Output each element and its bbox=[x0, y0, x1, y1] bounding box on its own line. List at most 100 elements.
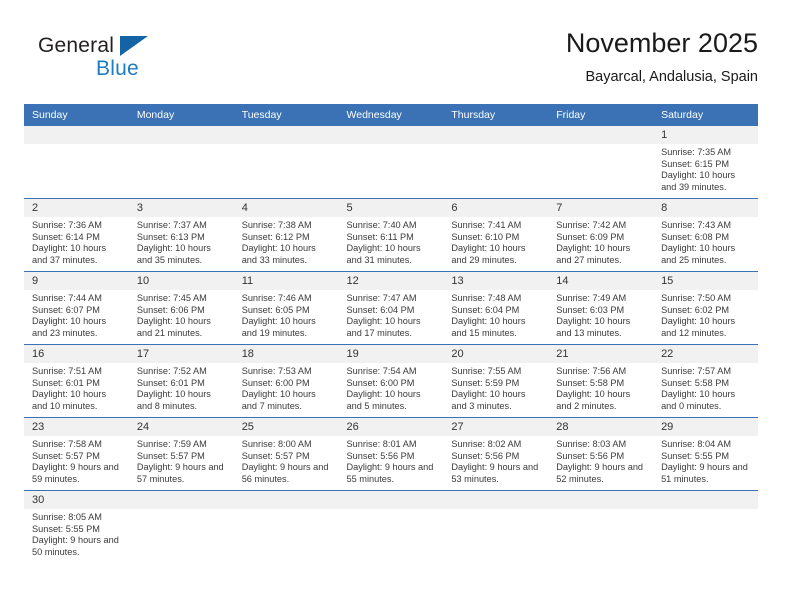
daylight-text: Daylight: 10 hours and 21 minutes. bbox=[136, 316, 211, 338]
sunset-text: Sunset: 6:05 PM bbox=[241, 304, 310, 315]
day-number: 1 bbox=[653, 126, 758, 144]
sunrise-text: Sunrise: 7:55 AM bbox=[451, 366, 522, 376]
calendar-day-cell[interactable]: 24 Sunrise: 7:59 AM Sunset: 5:57 PM Dayligh… bbox=[128, 417, 234, 491]
calendar-day-cell[interactable]: 17 Sunrise: 7:52 AM Sunset: 6:01 PM Dayligh… bbox=[128, 344, 234, 418]
calendar-day-cell[interactable]: 13 Sunrise: 7:48 AM Sunset: 6:04 PM Dayligh… bbox=[443, 271, 549, 345]
day-number bbox=[548, 126, 654, 144]
calendar-day-cell[interactable]: 14 Sunrise: 7:49 AM Sunset: 6:03 PM Dayligh… bbox=[548, 271, 654, 345]
calendar-day-cell[interactable]: 7 Sunrise: 7:42 AM Sunset: 6:09 PM Daylight… bbox=[548, 198, 654, 272]
calendar-day-cell[interactable]: 9 Sunrise: 7:44 AM Sunset: 6:07 PM Daylight… bbox=[24, 271, 129, 345]
calendar-day-cell-empty bbox=[338, 126, 444, 199]
day-details: Sunrise: 7:40 AM Sunset: 6:11 PM Daylight:… bbox=[339, 217, 444, 266]
calendar-day-cell[interactable]: 3 Sunrise: 7:37 AM Sunset: 6:13 PM Daylight… bbox=[128, 198, 234, 272]
calendar-day-cell[interactable]: 5 Sunrise: 7:40 AM Sunset: 6:11 PM Daylight… bbox=[338, 198, 444, 272]
page-header: General Blue November 2025 Bayarcal, And… bbox=[24, 26, 758, 98]
day-details: Sunrise: 7:36 AM Sunset: 6:14 PM Daylight:… bbox=[24, 217, 129, 266]
day-details: Sunrise: 7:58 AM Sunset: 5:57 PM Daylight:… bbox=[24, 436, 129, 485]
daylight-text: Daylight: 10 hours and 37 minutes. bbox=[32, 243, 107, 265]
calendar-day-cell[interactable]: 10 Sunrise: 7:45 AM Sunset: 6:06 PM Dayligh… bbox=[128, 271, 234, 345]
sunset-text: Sunset: 5:56 PM bbox=[451, 450, 520, 461]
day-details: Sunrise: 7:41 AM Sunset: 6:10 PM Daylight:… bbox=[443, 217, 548, 266]
sunrise-text: Sunrise: 7:42 AM bbox=[556, 220, 627, 230]
day-number: 23 bbox=[24, 418, 129, 436]
calendar-day-cell[interactable]: 16 Sunrise: 7:51 AM Sunset: 6:01 PM Dayligh… bbox=[24, 344, 129, 418]
calendar-day-cell[interactable]: 20 Sunrise: 7:55 AM Sunset: 5:59 PM Dayligh… bbox=[443, 344, 549, 418]
calendar-day-cell[interactable]: 19 Sunrise: 7:54 AM Sunset: 6:00 PM Dayligh… bbox=[338, 344, 444, 418]
day-details: Sunrise: 7:35 AM Sunset: 6:15 PM Daylight:… bbox=[653, 144, 758, 193]
daylight-text: Daylight: 9 hours and 55 minutes. bbox=[346, 462, 434, 484]
daylight-text: Daylight: 10 hours and 12 minutes. bbox=[661, 316, 736, 338]
daylight-text: Daylight: 10 hours and 39 minutes. bbox=[661, 170, 736, 192]
sunset-text: Sunset: 5:57 PM bbox=[136, 450, 205, 461]
day-number: 2 bbox=[24, 199, 129, 217]
day-number bbox=[548, 491, 654, 509]
day-number bbox=[128, 491, 234, 509]
sunrise-sunset-calendar: Sunday Monday Tuesday Wednesday Thursday… bbox=[24, 104, 758, 563]
calendar-day-cell[interactable]: 18 Sunrise: 7:53 AM Sunset: 6:00 PM Dayligh… bbox=[233, 344, 339, 418]
calendar-day-cell[interactable]: 11 Sunrise: 7:46 AM Sunset: 6:05 PM Dayligh… bbox=[233, 271, 339, 345]
calendar-day-cell[interactable]: 30 Sunrise: 8:05 AM Sunset: 5:55 PM Dayligh… bbox=[24, 490, 129, 563]
day-details: Sunrise: 7:50 AM Sunset: 6:02 PM Daylight:… bbox=[653, 290, 758, 339]
daylight-text: Daylight: 9 hours and 51 minutes. bbox=[661, 462, 748, 484]
daylight-text: Daylight: 10 hours and 17 minutes. bbox=[346, 316, 421, 338]
calendar-day-cell-empty bbox=[443, 490, 549, 563]
sunrise-text: Sunrise: 7:57 AM bbox=[661, 366, 732, 376]
sunrise-text: Sunrise: 7:49 AM bbox=[556, 293, 627, 303]
sunset-text: Sunset: 6:11 PM bbox=[346, 231, 414, 242]
day-details: Sunrise: 7:59 AM Sunset: 5:57 PM Daylight:… bbox=[129, 436, 234, 485]
day-number: 17 bbox=[128, 345, 234, 363]
calendar-day-cell[interactable]: 1 Sunrise: 7:35 AM Sunset: 6:15 PM Daylight… bbox=[653, 126, 758, 199]
daylight-text: Daylight: 10 hours and 31 minutes. bbox=[346, 243, 421, 265]
sunset-text: Sunset: 5:58 PM bbox=[661, 377, 729, 388]
sunrise-text: Sunrise: 7:54 AM bbox=[346, 366, 417, 376]
daylight-text: Daylight: 10 hours and 25 minutes. bbox=[661, 243, 736, 265]
sunrise-text: Sunrise: 7:47 AM bbox=[346, 293, 417, 303]
day-number: 8 bbox=[653, 199, 758, 217]
calendar-day-cell[interactable]: 22 Sunrise: 7:57 AM Sunset: 5:58 PM Dayligh… bbox=[653, 344, 758, 418]
sunset-text: Sunset: 5:56 PM bbox=[556, 450, 625, 461]
sunrise-text: Sunrise: 8:02 AM bbox=[451, 439, 522, 449]
calendar-day-cell[interactable]: 25 Sunrise: 8:00 AM Sunset: 5:57 PM Dayligh… bbox=[233, 417, 339, 491]
sunset-text: Sunset: 6:07 PM bbox=[32, 304, 100, 315]
day-number: 19 bbox=[338, 345, 444, 363]
calendar-day-cell[interactable]: 28 Sunrise: 8:03 AM Sunset: 5:56 PM Dayligh… bbox=[548, 417, 654, 491]
sunset-text: Sunset: 5:57 PM bbox=[32, 450, 100, 461]
calendar-day-cell[interactable]: 29 Sunrise: 8:04 AM Sunset: 5:55 PM Dayligh… bbox=[653, 417, 758, 491]
day-number: 21 bbox=[548, 345, 654, 363]
day-details: Sunrise: 7:51 AM Sunset: 6:01 PM Daylight:… bbox=[24, 363, 129, 412]
calendar-day-cell[interactable]: 26 Sunrise: 8:01 AM Sunset: 5:56 PM Dayligh… bbox=[338, 417, 444, 491]
daylight-text: Daylight: 10 hours and 13 minutes. bbox=[556, 316, 631, 338]
sunrise-text: Sunrise: 7:53 AM bbox=[241, 366, 312, 376]
calendar-week-row: 9 Sunrise: 7:44 AM Sunset: 6:07 PM Daylight… bbox=[24, 271, 758, 345]
day-number: 25 bbox=[233, 418, 339, 436]
calendar-day-cell[interactable]: 23 Sunrise: 7:58 AM Sunset: 5:57 PM Dayligh… bbox=[24, 417, 129, 491]
calendar-day-cell[interactable]: 2 Sunrise: 7:36 AM Sunset: 6:14 PM Daylight… bbox=[24, 198, 129, 272]
calendar-day-cell[interactable]: 8 Sunrise: 7:43 AM Sunset: 6:08 PM Daylight… bbox=[653, 198, 758, 272]
daylight-text: Daylight: 10 hours and 19 minutes. bbox=[241, 316, 316, 338]
weekday-header-friday: Friday bbox=[548, 104, 654, 126]
calendar-day-cell[interactable]: 12 Sunrise: 7:47 AM Sunset: 6:04 PM Dayligh… bbox=[338, 271, 444, 345]
day-number: 28 bbox=[548, 418, 654, 436]
calendar-day-cell[interactable]: 21 Sunrise: 7:56 AM Sunset: 5:58 PM Dayligh… bbox=[548, 344, 654, 418]
daylight-text: Daylight: 9 hours and 59 minutes. bbox=[32, 462, 119, 484]
day-details: Sunrise: 7:46 AM Sunset: 6:05 PM Daylight:… bbox=[234, 290, 339, 339]
calendar-day-cell[interactable]: 27 Sunrise: 8:02 AM Sunset: 5:56 PM Dayligh… bbox=[443, 417, 549, 491]
general-blue-logo[interactable]: General Blue bbox=[38, 34, 188, 92]
logo-text-blue: Blue bbox=[96, 57, 139, 80]
sunrise-text: Sunrise: 7:58 AM bbox=[32, 439, 102, 449]
logo-triangle-icon bbox=[120, 36, 148, 56]
sunset-text: Sunset: 6:00 PM bbox=[241, 377, 310, 388]
sunrise-text: Sunrise: 8:05 AM bbox=[32, 512, 102, 522]
sunset-text: Sunset: 6:03 PM bbox=[556, 304, 625, 315]
weekday-header-wednesday: Wednesday bbox=[338, 104, 444, 126]
calendar-day-cell[interactable]: 6 Sunrise: 7:41 AM Sunset: 6:10 PM Daylight… bbox=[443, 198, 549, 272]
sunset-text: Sunset: 5:58 PM bbox=[556, 377, 625, 388]
sunset-text: Sunset: 6:12 PM bbox=[241, 231, 310, 242]
calendar-day-cell-empty bbox=[128, 126, 234, 199]
day-number bbox=[233, 491, 339, 509]
day-details: Sunrise: 7:42 AM Sunset: 6:09 PM Daylight:… bbox=[548, 217, 653, 266]
calendar-day-cell[interactable]: 4 Sunrise: 7:38 AM Sunset: 6:12 PM Daylight… bbox=[233, 198, 339, 272]
sunset-text: Sunset: 6:04 PM bbox=[451, 304, 520, 315]
calendar-day-cell[interactable]: 15 Sunrise: 7:50 AM Sunset: 6:02 PM Dayligh… bbox=[653, 271, 758, 345]
day-details: Sunrise: 7:55 AM Sunset: 5:59 PM Daylight:… bbox=[443, 363, 548, 412]
